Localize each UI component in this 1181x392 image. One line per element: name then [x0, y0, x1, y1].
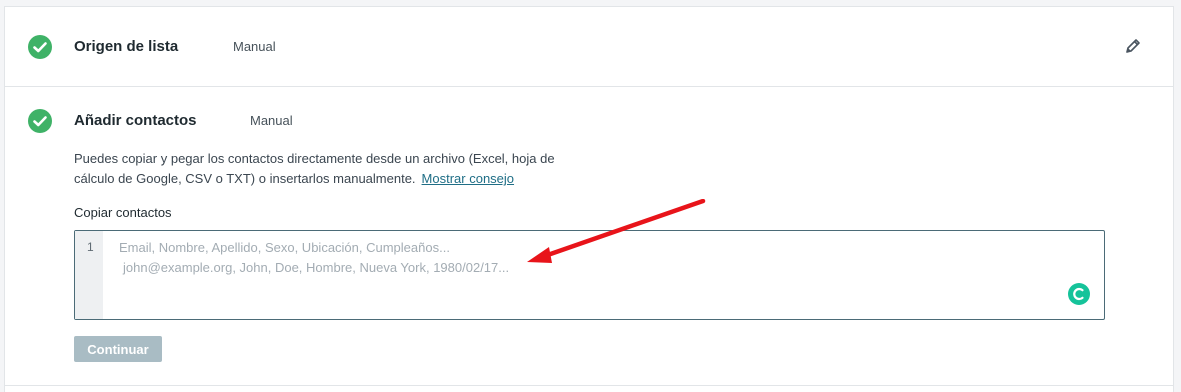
step-list-origin: Origen de lista Manual	[5, 7, 1173, 87]
copy-contacts-label: Copiar contactos	[74, 205, 172, 220]
continue-button[interactable]: Continuar	[74, 336, 162, 362]
pencil-icon[interactable]	[1124, 37, 1142, 55]
placeholder-line: Email, Nombre, Apellido, Sexo, Ubicación…	[119, 240, 450, 255]
line-number-gutter: 1	[75, 231, 103, 319]
annotation-arrow-icon	[527, 199, 706, 263]
step-title: Añadir contactos	[74, 112, 197, 129]
instructions-text: Puedes copiar y pegar los contactos dire…	[74, 149, 594, 189]
check-circle-icon	[28, 109, 52, 133]
wizard-frame: Origen de lista Manual Añadir contactos …	[4, 6, 1174, 392]
step-value: Manual	[250, 113, 293, 128]
placeholder-line: john@example.org, John, Doe, Hombre, Nue…	[123, 260, 510, 275]
show-tip-link[interactable]: Mostrar consejo	[422, 171, 514, 186]
grammarly-icon[interactable]	[1068, 283, 1090, 305]
line-number: 1	[87, 240, 94, 254]
step-title: Origen de lista	[74, 38, 179, 55]
step-value: Manual	[233, 39, 276, 54]
check-circle-icon	[28, 35, 52, 59]
